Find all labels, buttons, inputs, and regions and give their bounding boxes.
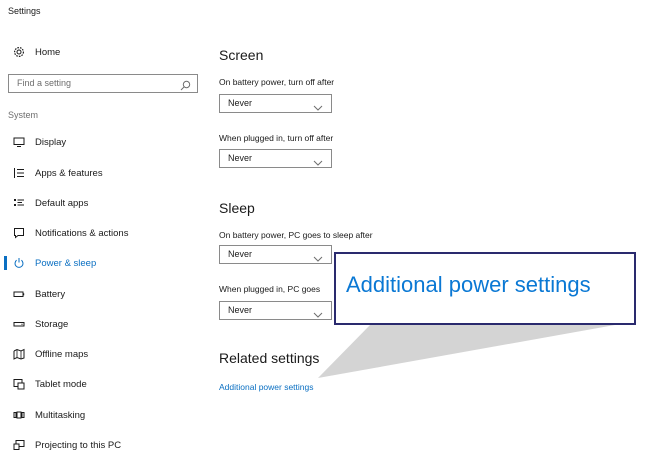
section-label-system: System	[8, 110, 39, 120]
dropdown-value: Never	[228, 153, 253, 163]
window-title: Settings	[8, 6, 41, 16]
map-icon	[12, 347, 26, 361]
sidebar-item-label: Display	[35, 136, 67, 148]
callout-box: Additional power settings	[334, 252, 636, 325]
screen-battery-dropdown[interactable]: Never	[219, 94, 332, 113]
main-content: Screen On battery power, turn off after …	[218, 32, 638, 462]
search-placeholder: Find a setting	[17, 78, 72, 88]
chevron-down-icon	[313, 250, 323, 262]
additional-power-settings-link[interactable]: Additional power settings	[219, 382, 314, 392]
sidebar-item-label: Storage	[35, 318, 69, 330]
sidebar-item-multitasking[interactable]: Multitasking	[0, 403, 200, 427]
sidebar-item-projecting-to-this-pc[interactable]: Projecting to this PC	[0, 433, 200, 457]
storage-icon	[12, 317, 26, 331]
sidebar-item-label: Notifications & actions	[35, 227, 129, 239]
sleep-battery-label: On battery power, PC goes to sleep after	[219, 230, 373, 240]
sidebar-item-offline-maps[interactable]: Offline maps	[0, 342, 200, 366]
related-settings-heading: Related settings	[219, 350, 320, 366]
dropdown-value: Never	[228, 98, 253, 108]
chevron-down-icon	[313, 306, 323, 318]
dropdown-value: Never	[228, 249, 253, 259]
sleep-plugged-label: When plugged in, PC goes	[219, 284, 321, 294]
sidebar-item-label: Default apps	[35, 197, 89, 209]
sidebar-item-home[interactable]: Home	[0, 40, 200, 64]
tablet-icon	[12, 377, 26, 391]
dropdown-value: Never	[228, 305, 253, 315]
screen-heading: Screen	[219, 47, 264, 63]
sidebar-item-label: Multitasking	[35, 409, 86, 421]
sleep-plugged-dropdown[interactable]: Never	[219, 301, 332, 320]
default-apps-icon	[12, 196, 26, 210]
sidebar-item-label: Offline maps	[35, 348, 89, 360]
chevron-down-icon	[313, 154, 323, 166]
search-icon	[180, 78, 191, 91]
sidebar-item-label: Power & sleep	[35, 257, 97, 269]
gear-icon	[12, 45, 26, 59]
multitasking-icon	[12, 408, 26, 422]
sidebar-item-label: Home	[35, 46, 61, 58]
sidebar-item-notifications-actions[interactable]: Notifications & actions	[0, 221, 200, 245]
notification-icon	[12, 226, 26, 240]
sidebar: Home	[0, 32, 210, 462]
sidebar-item-battery[interactable]: Battery	[0, 282, 200, 306]
search-input[interactable]: Find a setting	[8, 74, 198, 93]
list-icon	[12, 166, 26, 180]
sidebar-item-power-sleep[interactable]: Power & sleep	[0, 251, 200, 275]
sidebar-item-storage[interactable]: Storage	[0, 312, 200, 336]
battery-icon	[12, 287, 26, 301]
monitor-icon	[12, 135, 26, 149]
sidebar-item-display[interactable]: Display	[0, 130, 200, 154]
sleep-heading: Sleep	[219, 200, 255, 216]
sidebar-item-label: Tablet mode	[35, 378, 87, 390]
sidebar-item-label: Battery	[35, 288, 66, 300]
sidebar-item-label: Projecting to this PC	[35, 439, 122, 451]
sidebar-item-apps-features[interactable]: Apps & features	[0, 161, 200, 185]
screen-plugged-label: When plugged in, turn off after	[219, 133, 334, 143]
sidebar-item-tablet-mode[interactable]: Tablet mode	[0, 372, 200, 396]
screen-plugged-dropdown[interactable]: Never	[219, 149, 332, 168]
sidebar-item-label: Apps & features	[35, 167, 103, 179]
sidebar-item-default-apps[interactable]: Default apps	[0, 191, 200, 215]
screen-battery-label: On battery power, turn off after	[219, 77, 335, 87]
title-bar: Settings	[0, 0, 647, 32]
chevron-down-icon	[313, 99, 323, 111]
sleep-battery-dropdown[interactable]: Never	[219, 245, 332, 264]
power-icon	[12, 256, 26, 270]
projecting-icon	[12, 438, 26, 452]
callout-text: Additional power settings	[346, 272, 591, 297]
